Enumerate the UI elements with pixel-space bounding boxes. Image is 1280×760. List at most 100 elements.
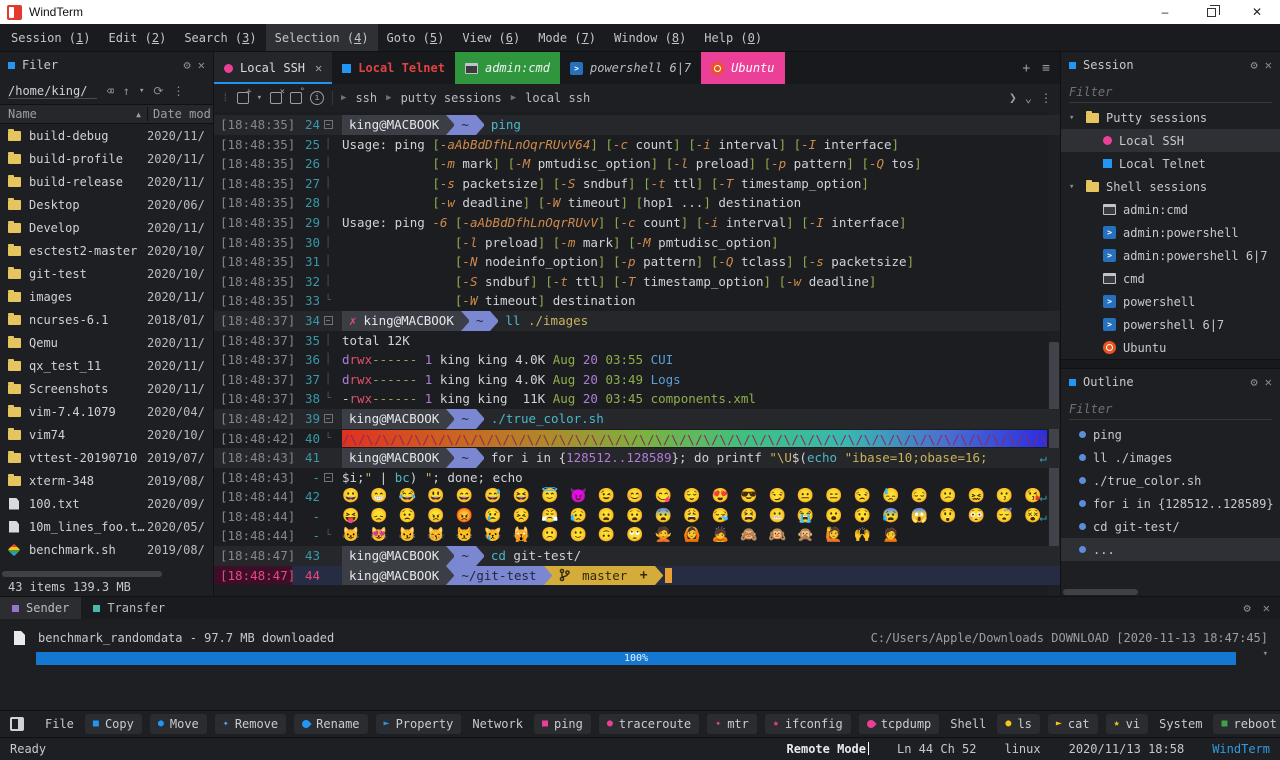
- file-row[interactable]: build-profile 2020/11/: [0, 147, 213, 170]
- file-row[interactable]: vim-7.4.1079 2020/04/: [0, 400, 213, 423]
- toolbar-button-copy[interactable]: ■ Copy: [84, 714, 142, 734]
- menu-session[interactable]: Session (1): [2, 24, 100, 51]
- collapse-icon[interactable]: ⌄: [1025, 91, 1032, 105]
- status-mode[interactable]: Remote Mode: [787, 742, 869, 756]
- toolbar-button-ifconfig[interactable]: ★ ifconfig: [764, 714, 851, 734]
- session-item-ubuntu[interactable]: Ubuntu: [1061, 336, 1280, 359]
- restore-button[interactable]: [1188, 0, 1234, 24]
- status-app[interactable]: WindTerm: [1212, 742, 1270, 756]
- session-item-local-ssh[interactable]: Local SSH: [1061, 129, 1280, 152]
- transfer-tab-sender[interactable]: Sender: [0, 597, 82, 619]
- outline-item[interactable]: for i in {128512..128589}: [1061, 492, 1280, 515]
- file-row[interactable]: vim74 2020/10/: [0, 423, 213, 446]
- file-row[interactable]: build-debug 2020/11/: [0, 124, 213, 147]
- fold-marker[interactable]: −: [320, 311, 336, 331]
- close-icon[interactable]: ✕: [198, 58, 205, 72]
- refresh-icon[interactable]: ⟳: [153, 84, 163, 98]
- gear-icon[interactable]: ⚙: [1244, 601, 1251, 615]
- status-os[interactable]: linux: [1004, 742, 1040, 756]
- new-tab-plus-icon[interactable]: +: [1022, 61, 1030, 76]
- chevron-down-icon[interactable]: ▾: [1263, 649, 1268, 659]
- path-input[interactable]: /home/king/: [8, 84, 98, 99]
- toolbar-button-cat[interactable]: ► cat: [1047, 714, 1098, 734]
- toolbar-button-rename[interactable]: Rename: [294, 714, 368, 734]
- session-item-admin-cmd[interactable]: admin:cmd: [1061, 198, 1280, 221]
- tab-ubuntu[interactable]: Ubuntu: [701, 52, 785, 84]
- new-tab-dropdown-icon[interactable]: ▾: [257, 93, 262, 103]
- column-name[interactable]: Name ▲: [0, 107, 147, 121]
- toolbar-more-icon[interactable]: ⋮: [1040, 91, 1052, 105]
- toolbar-button-ping[interactable]: ■ ping: [533, 714, 591, 734]
- menu-goto[interactable]: Goto (5): [378, 24, 454, 51]
- gear-icon[interactable]: ⚙: [184, 58, 191, 72]
- file-row[interactable]: build-release 2020/11/: [0, 170, 213, 193]
- menu-help[interactable]: Help (0): [695, 24, 771, 51]
- toolbar-button-ls[interactable]: ● ls: [997, 714, 1040, 734]
- menu-view[interactable]: View (6): [453, 24, 529, 51]
- outline-filter-input[interactable]: Filter: [1069, 398, 1272, 420]
- chevron-down-icon[interactable]: ▾: [139, 86, 144, 96]
- session-item-powershell[interactable]: > powershell: [1061, 290, 1280, 313]
- outline-item[interactable]: cd git-test/: [1061, 515, 1280, 538]
- file-row[interactable]: qx_test_11 2020/11/: [0, 354, 213, 377]
- tab-local-telnet[interactable]: Local Telnet: [332, 52, 455, 84]
- close-button[interactable]: ✕: [1234, 0, 1280, 24]
- menu-edit[interactable]: Edit (2): [100, 24, 176, 51]
- file-row[interactable]: xterm-348 2019/08/: [0, 469, 213, 492]
- toolbar-button-reboot[interactable]: ■ reboot: [1213, 714, 1280, 734]
- menu-selection[interactable]: Selection (4): [265, 24, 378, 51]
- toolbar-button-vi[interactable]: ★ vi: [1105, 714, 1149, 734]
- file-row[interactable]: vttest-20190710 2019/07/: [0, 446, 213, 469]
- menu-search[interactable]: Search (3): [175, 24, 265, 51]
- toolbar-button-property[interactable]: ► Property: [375, 714, 462, 734]
- toolbar-button-traceroute[interactable]: ● traceroute: [598, 714, 700, 734]
- terminal-screen[interactable]: [18:48:35] 24− king@MACBOOK ~ ping [18:48:35]…: [214, 112, 1060, 596]
- clone-tab-icon[interactable]: °: [290, 87, 305, 104]
- menu-mode[interactable]: Mode (7): [529, 24, 605, 51]
- menu-window[interactable]: Window (8): [605, 24, 695, 51]
- session-item-admin-powershell-6-7[interactable]: > admin:powershell 6|7: [1061, 244, 1280, 267]
- close-tab-icon[interactable]: ×: [270, 87, 285, 104]
- close-icon[interactable]: ✕: [1263, 601, 1270, 615]
- file-row[interactable]: ncurses-6.1 2018/01/: [0, 308, 213, 331]
- clear-path-icon[interactable]: ⌫: [106, 84, 113, 98]
- file-row[interactable]: 10m_lines_foo.t… 2020/05/: [0, 515, 213, 538]
- session-item-admin-powershell[interactable]: > admin:powershell: [1061, 221, 1280, 244]
- file-row[interactable]: Qemu 2020/11/: [0, 331, 213, 354]
- session-filter-input[interactable]: Filter: [1069, 81, 1272, 103]
- file-row[interactable]: esctest2-master 2020/10/: [0, 239, 213, 262]
- file-row[interactable]: Screenshots 2020/11/: [0, 377, 213, 400]
- file-row[interactable]: benchmark.sh 2019/08/: [0, 538, 213, 561]
- file-row[interactable]: git-test 2020/10/: [0, 262, 213, 285]
- more-icon[interactable]: ⋮: [172, 84, 184, 98]
- outline-item[interactable]: ll ./images: [1061, 446, 1280, 469]
- outline-item[interactable]: ...: [1061, 538, 1280, 561]
- toolbar-button-remove[interactable]: ✦ Remove: [214, 714, 287, 734]
- tab-admin-cmd[interactable]: admin:cmd: [454, 52, 560, 84]
- fold-marker[interactable]: −: [320, 115, 336, 135]
- gear-icon[interactable]: ⚙: [1251, 375, 1258, 389]
- new-tab-icon[interactable]: +: [236, 87, 252, 104]
- scroll-thumb[interactable]: [1063, 589, 1138, 595]
- expand-right-icon[interactable]: ❯: [1009, 91, 1017, 106]
- fold-marker[interactable]: −: [320, 468, 336, 488]
- gear-icon[interactable]: ⚙: [1251, 58, 1258, 72]
- breadcrumb-item[interactable]: ssh: [355, 91, 377, 105]
- tab-powershell-6-7[interactable]: > powershell 6|7: [560, 52, 701, 84]
- tab-menu-icon[interactable]: ≡: [1042, 61, 1050, 76]
- toolbar-button-move[interactable]: ● Move: [149, 714, 207, 734]
- breadcrumb-item[interactable]: local ssh: [525, 91, 590, 105]
- expander-icon[interactable]: ▾: [1069, 113, 1079, 123]
- session-item-powershell-6-7[interactable]: > powershell 6|7: [1061, 313, 1280, 336]
- transfer-tab-transfer[interactable]: Transfer: [81, 597, 177, 619]
- outline-item[interactable]: ping: [1061, 423, 1280, 446]
- drag-handle-icon[interactable]: ⁞: [222, 91, 229, 105]
- close-icon[interactable]: ✕: [1265, 375, 1272, 389]
- close-icon[interactable]: ✕: [315, 61, 322, 75]
- session-item-cmd[interactable]: cmd: [1061, 267, 1280, 290]
- close-icon[interactable]: ✕: [1265, 58, 1272, 72]
- status-datetime[interactable]: 2020/11/13 18:58: [1069, 742, 1185, 756]
- toolbar-button-mtr[interactable]: ✦ mtr: [707, 714, 757, 734]
- tab-local-ssh[interactable]: Local SSH ✕: [214, 52, 333, 84]
- status-position[interactable]: Ln 44 Ch 52: [897, 742, 976, 756]
